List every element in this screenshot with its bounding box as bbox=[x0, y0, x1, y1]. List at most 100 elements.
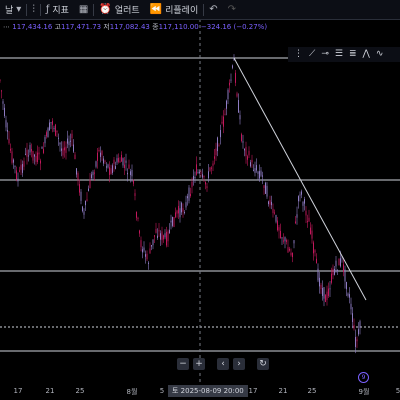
event-marker[interactable]: 9 bbox=[358, 372, 369, 383]
candle-body bbox=[173, 217, 175, 227]
candle-body bbox=[79, 184, 80, 193]
wave-tool-icon[interactable]: ∿ bbox=[376, 47, 384, 62]
fib-tool-icon[interactable]: ☰ bbox=[335, 47, 343, 62]
candle-body bbox=[305, 210, 307, 216]
candle-body bbox=[98, 149, 100, 152]
alerts-button[interactable]: ⏰ 얼러트 bbox=[94, 0, 144, 19]
candle-body bbox=[359, 321, 361, 328]
candle-body bbox=[130, 171, 131, 175]
candle-body bbox=[269, 200, 271, 205]
time-tick-label: 5 bbox=[395, 387, 400, 395]
candle-body bbox=[83, 211, 85, 215]
candle-body bbox=[146, 253, 148, 260]
candle-body bbox=[268, 201, 269, 205]
candle-body bbox=[29, 145, 31, 153]
candle-body bbox=[278, 227, 280, 231]
time-tick-label: 17 bbox=[13, 387, 23, 395]
scroll-right-button[interactable]: › bbox=[233, 358, 245, 370]
time-tick-label: 21 bbox=[278, 387, 288, 395]
candle-body bbox=[80, 191, 82, 201]
candle-body bbox=[323, 287, 325, 299]
interval-button[interactable]: 날 ▾ bbox=[0, 0, 26, 19]
candle-body bbox=[358, 329, 359, 335]
candle-body bbox=[205, 181, 206, 185]
candle-body bbox=[155, 229, 157, 233]
candle-body bbox=[251, 159, 253, 163]
zoom-out-button[interactable]: − bbox=[177, 358, 189, 370]
time-tick-label: 8월 bbox=[126, 388, 138, 396]
candle-body bbox=[352, 313, 353, 322]
candle-body bbox=[230, 79, 232, 81]
candle-body bbox=[160, 233, 161, 240]
candle-body bbox=[152, 239, 154, 246]
undo-button[interactable]: ↶ bbox=[204, 0, 222, 19]
candle-body bbox=[286, 240, 287, 242]
candle-body bbox=[13, 159, 14, 163]
zoom-in-button[interactable]: + bbox=[193, 358, 205, 370]
replay-button[interactable]: ⏪ 리플레이 bbox=[145, 0, 204, 19]
candle-body bbox=[224, 113, 226, 115]
candle-body bbox=[17, 178, 19, 182]
redo-button[interactable]: ↷ bbox=[223, 0, 241, 19]
candle-body bbox=[50, 122, 52, 124]
candle-body bbox=[70, 140, 71, 142]
candle-body bbox=[212, 163, 214, 166]
candle-body bbox=[190, 193, 191, 197]
candle-body bbox=[353, 324, 355, 329]
candle-body bbox=[136, 211, 137, 218]
candle-body bbox=[143, 247, 145, 251]
candle-body bbox=[14, 165, 16, 167]
candle-body bbox=[139, 230, 140, 234]
candle-body bbox=[343, 264, 344, 272]
candle-body bbox=[149, 248, 151, 254]
candle-body bbox=[19, 170, 20, 172]
expand-icon[interactable]: ⋯ bbox=[3, 23, 10, 31]
candle-body bbox=[127, 172, 128, 175]
candle-body bbox=[2, 101, 4, 104]
candle-body bbox=[295, 221, 296, 224]
trend-line-tool-icon[interactable]: ⟋ bbox=[309, 47, 315, 62]
rewind-icon: ⏪ bbox=[149, 4, 163, 15]
candle-body bbox=[346, 281, 347, 290]
reset-button[interactable]: ↻ bbox=[257, 358, 269, 370]
candle-body bbox=[49, 122, 50, 131]
candle-body bbox=[253, 169, 254, 171]
candle-body bbox=[82, 206, 83, 212]
candle-body bbox=[292, 252, 293, 258]
candle-body bbox=[340, 258, 341, 267]
chart-type-button[interactable]: ⫶ bbox=[27, 0, 40, 19]
horizontal-ray-tool-icon[interactable]: ⊸ bbox=[321, 47, 329, 62]
candle-body bbox=[40, 160, 41, 164]
candle-body bbox=[118, 157, 119, 162]
candle-body bbox=[154, 235, 155, 237]
candle-body bbox=[92, 171, 94, 176]
drag-handle-icon[interactable]: ⋮ bbox=[294, 47, 303, 62]
candle-body bbox=[34, 154, 35, 157]
text-tool-icon[interactable]: ≣ bbox=[349, 47, 357, 62]
candle-body bbox=[229, 82, 230, 86]
candle-body bbox=[188, 187, 190, 201]
candle-body bbox=[308, 217, 310, 222]
candle-body bbox=[220, 130, 221, 138]
candle-body bbox=[344, 269, 346, 282]
indicators-button[interactable]: ƒ 지표 bbox=[41, 0, 74, 19]
grid-icon: ▦ bbox=[78, 4, 89, 15]
scroll-left-button[interactable]: ‹ bbox=[217, 358, 229, 370]
candle-body bbox=[317, 268, 319, 281]
layout-button[interactable]: ▦ bbox=[74, 0, 93, 19]
candle-body bbox=[200, 172, 202, 174]
candle-body bbox=[298, 196, 299, 202]
candle-body bbox=[167, 231, 169, 242]
crosshair-time-label: 토 2025-08-09 20:00 bbox=[168, 385, 248, 397]
pattern-tool-icon[interactable]: ⋀ bbox=[362, 47, 369, 62]
candle-body bbox=[52, 120, 53, 125]
candle-body bbox=[296, 214, 298, 218]
candle-body bbox=[16, 170, 17, 180]
candle-body bbox=[335, 260, 337, 267]
candle-body bbox=[43, 148, 44, 153]
candle-body bbox=[76, 168, 77, 175]
candle-body bbox=[178, 205, 179, 214]
candle-body bbox=[22, 164, 23, 173]
candle-body bbox=[131, 170, 133, 177]
candle-body bbox=[94, 172, 95, 174]
